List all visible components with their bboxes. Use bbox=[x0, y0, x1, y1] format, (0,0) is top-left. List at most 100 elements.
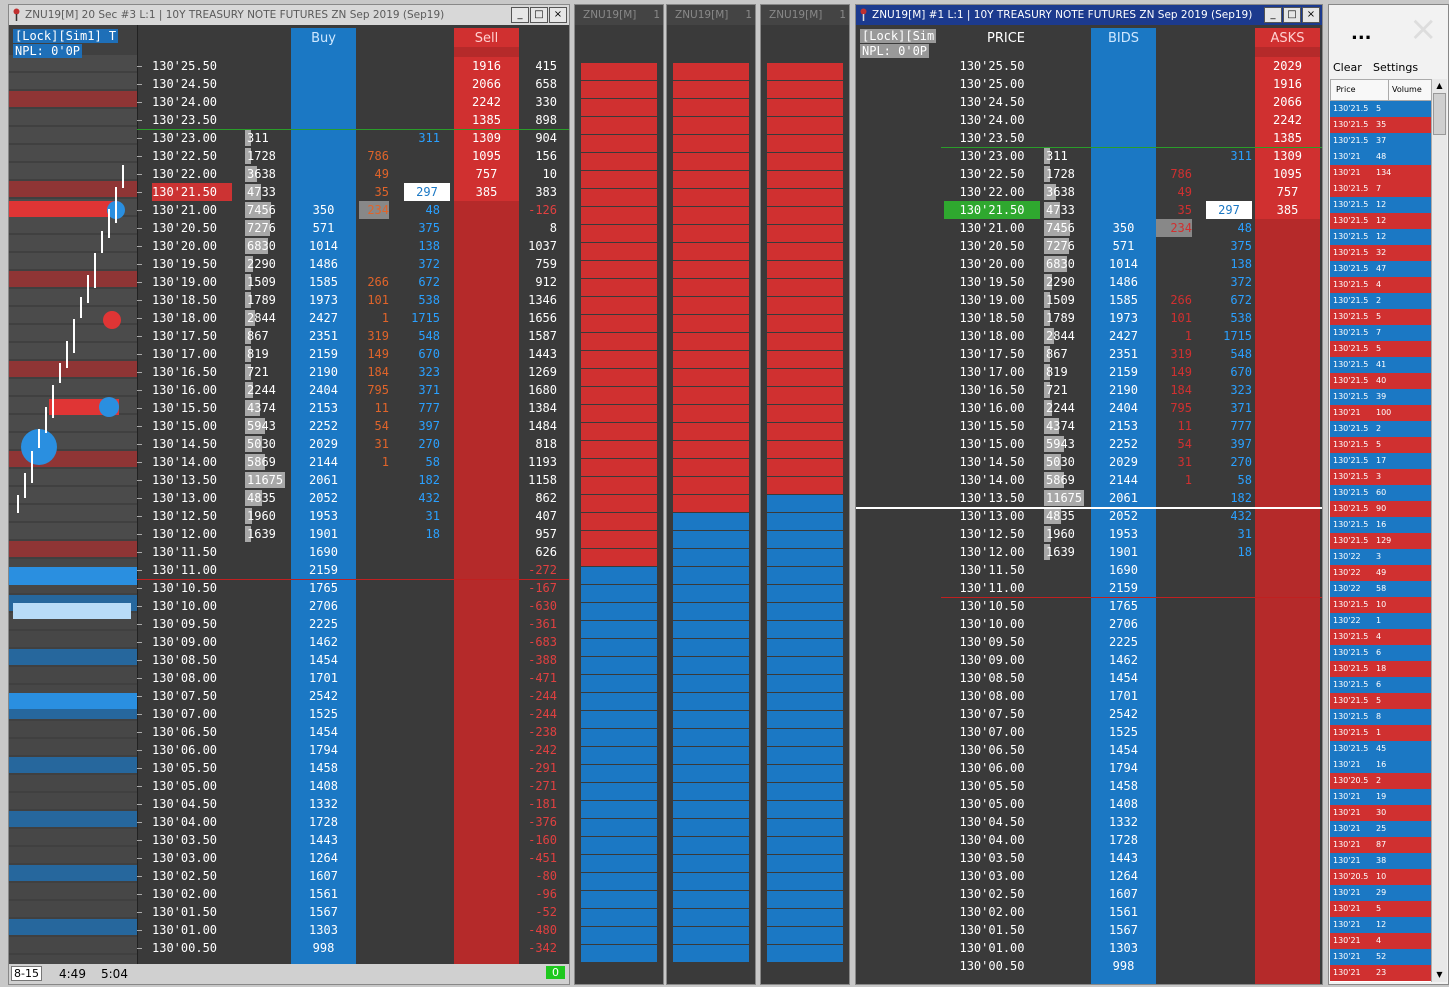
ladder-row[interactable]: 130'11.50 1690 bbox=[856, 561, 1322, 579]
bid-size-cell[interactable]: 1728 bbox=[291, 813, 356, 831]
bid-size-cell[interactable]: 2404 bbox=[1091, 399, 1156, 417]
ladder-row[interactable]: 130'17.00 819 2159 149 670 1443 bbox=[9, 345, 569, 363]
ask-size-cell[interactable]: 2242 bbox=[454, 93, 519, 111]
bid-size-cell[interactable]: 1690 bbox=[1091, 561, 1156, 579]
bid-size-cell[interactable]: 1973 bbox=[1091, 309, 1156, 327]
bid-size-cell[interactable]: 1953 bbox=[291, 507, 356, 525]
ladder-row[interactable]: 130'14.00 5869 2144 1 58 bbox=[856, 471, 1322, 489]
bid-size-cell[interactable]: 2052 bbox=[291, 489, 356, 507]
price-cell[interactable]: 130'24.00 bbox=[944, 111, 1040, 129]
bid-size-cell[interactable]: 1561 bbox=[1091, 903, 1156, 921]
bid-size-cell[interactable]: 1014 bbox=[1091, 255, 1156, 273]
ladder-row[interactable]: 130'22.50 1728 786 1095 156 bbox=[9, 147, 569, 165]
close-button[interactable]: × bbox=[549, 7, 567, 23]
bid-size-cell[interactable]: 2190 bbox=[1091, 381, 1156, 399]
ladder-row[interactable]: 130'15.50 4374 2153 11 777 bbox=[856, 417, 1322, 435]
price-cell[interactable]: 130'16.00 bbox=[152, 381, 232, 399]
price-cell[interactable]: 130'07.50 bbox=[944, 705, 1040, 723]
price-cell[interactable]: 130'24.50 bbox=[152, 75, 232, 93]
bid-size-cell[interactable]: 1462 bbox=[291, 633, 356, 651]
ask-size-cell[interactable]: 385 bbox=[1255, 201, 1320, 219]
ladder-row[interactable]: 130'18.50 1789 1973 101 538 1346 bbox=[9, 291, 569, 309]
bid-size-cell[interactable] bbox=[291, 165, 356, 183]
ladder-row[interactable]: 130'17.50 867 2351 319 548 bbox=[856, 345, 1322, 363]
bid-size-cell[interactable]: 1332 bbox=[1091, 813, 1156, 831]
ladder-row[interactable]: 130'19.00 1509 1585 266 672 bbox=[856, 291, 1322, 309]
ladder-row[interactable]: 130'25.50 2029 bbox=[856, 57, 1322, 75]
time-and-sales-panel[interactable]: ... × Clear Settings Price Volume ▲ ▼ 13… bbox=[1328, 4, 1449, 985]
ladder-row[interactable]: 130'13.00 4835 2052 432 862 bbox=[9, 489, 569, 507]
price-cell[interactable]: 130'01.00 bbox=[152, 921, 232, 939]
ask-size-cell[interactable]: 1385 bbox=[1255, 129, 1320, 147]
ladder-row[interactable]: 130'12.50 1960 1953 31 bbox=[856, 525, 1322, 543]
ladder-row[interactable]: 130'09.00 1462 bbox=[856, 651, 1322, 669]
price-cell[interactable]: 130'12.50 bbox=[944, 525, 1040, 543]
price-cell[interactable]: 130'07.00 bbox=[152, 705, 232, 723]
ladder-row[interactable]: 130'11.00 2159 -272 bbox=[9, 561, 569, 579]
ladder-row[interactable]: 130'13.50 11675 2061 182 1158 bbox=[9, 471, 569, 489]
ask-size-cell[interactable]: 757 bbox=[1255, 183, 1320, 201]
ladder-row[interactable]: 130'24.00 2242 330 bbox=[9, 93, 569, 111]
price-cell[interactable]: 130'19.00 bbox=[944, 291, 1040, 309]
time-range-field[interactable]: 8-15 bbox=[11, 966, 42, 981]
ladder-row[interactable]: 130'08.50 1454 -388 bbox=[9, 651, 569, 669]
ladder-row[interactable]: 130'21.50 4733 35 297 385 bbox=[856, 201, 1322, 219]
price-cell[interactable]: 130'14.50 bbox=[944, 453, 1040, 471]
bid-size-cell[interactable]: 1765 bbox=[291, 579, 356, 597]
price-cell[interactable]: 130'05.50 bbox=[944, 777, 1040, 795]
ladder-row[interactable]: 130'04.50 1332 bbox=[856, 813, 1322, 831]
price-cell[interactable]: 130'22.00 bbox=[152, 165, 232, 183]
menu-icon[interactable]: ... bbox=[1351, 23, 1372, 44]
bid-size-cell[interactable]: 1014 bbox=[291, 237, 356, 255]
bid-size-cell[interactable]: 2061 bbox=[1091, 489, 1156, 507]
ladder-row[interactable]: 130'00.50 998 bbox=[856, 957, 1322, 975]
bid-size-cell[interactable]: 1454 bbox=[291, 723, 356, 741]
price-cell[interactable]: 130'08.00 bbox=[152, 669, 232, 687]
bid-size-cell[interactable] bbox=[291, 129, 356, 147]
ladder-row[interactable]: 130'11.00 2159 bbox=[856, 579, 1322, 597]
price-cell[interactable]: 130'17.50 bbox=[152, 327, 232, 345]
ladder-row[interactable]: 130'07.50 2542 bbox=[856, 705, 1322, 723]
ladder-row[interactable]: 130'08.00 1701 bbox=[856, 687, 1322, 705]
ask-size-cell[interactable]: 1385 bbox=[454, 111, 519, 129]
price-cell[interactable]: 130'18.50 bbox=[944, 309, 1040, 327]
price-cell[interactable]: 130'15.50 bbox=[944, 417, 1040, 435]
mini-dom-2[interactable]: ZNU19[M] 1 bbox=[666, 4, 756, 985]
price-cell[interactable]: 130'16.00 bbox=[944, 399, 1040, 417]
ladder-row[interactable]: 130'15.00 5943 2252 54 397 bbox=[856, 435, 1322, 453]
bid-size-cell[interactable]: 2542 bbox=[1091, 705, 1156, 723]
price-cell[interactable]: 130'21.50 bbox=[944, 201, 1040, 219]
ladder-row[interactable]: 130'19.00 1509 1585 266 672 912 bbox=[9, 273, 569, 291]
close-icon[interactable]: × bbox=[1409, 11, 1438, 47]
price-cell[interactable]: 130'09.50 bbox=[152, 615, 232, 633]
bid-size-cell[interactable]: 1408 bbox=[291, 777, 356, 795]
bid-size-cell[interactable]: 2052 bbox=[1091, 507, 1156, 525]
minimize-button[interactable]: _ bbox=[511, 7, 529, 23]
ladder-row[interactable]: 130'21.50 4733 35 297 385 383 bbox=[9, 183, 569, 201]
price-cell[interactable]: 130'24.50 bbox=[944, 93, 1040, 111]
price-cell[interactable]: 130'03.00 bbox=[152, 849, 232, 867]
ladder-row[interactable]: 130'06.50 1454 bbox=[856, 741, 1322, 759]
price-cell[interactable]: 130'13.00 bbox=[944, 507, 1040, 525]
price-cell[interactable]: 130'23.50 bbox=[152, 111, 232, 129]
price-cell[interactable]: 130'02.50 bbox=[152, 867, 232, 885]
price-cell[interactable]: 130'21.00 bbox=[152, 201, 232, 219]
price-cell[interactable]: 130'20.50 bbox=[944, 237, 1040, 255]
price-cell[interactable]: 130'21.50 bbox=[152, 183, 232, 201]
bid-size-cell[interactable]: 2404 bbox=[291, 381, 356, 399]
bid-size-cell[interactable] bbox=[291, 93, 356, 111]
bid-size-cell[interactable]: 1443 bbox=[1091, 849, 1156, 867]
ts-volume-header[interactable]: Volume bbox=[1388, 80, 1422, 100]
ladder-row[interactable]: 130'24.00 2242 bbox=[856, 111, 1322, 129]
bid-size-cell[interactable]: 1728 bbox=[1091, 831, 1156, 849]
price-cell[interactable]: 130'01.00 bbox=[944, 939, 1040, 957]
dom-window-right[interactable]: ZNU19[M] #1 L:1 | 10Y TREASURY NOTE FUTU… bbox=[855, 4, 1323, 985]
price-cell[interactable]: 130'11.00 bbox=[152, 561, 232, 579]
ladder-row[interactable]: 130'21.00 7456 350 234 48 -126 bbox=[9, 201, 569, 219]
bid-size-cell[interactable]: 1901 bbox=[291, 525, 356, 543]
maximize-button[interactable]: □ bbox=[530, 7, 548, 23]
bid-size-cell[interactable]: 1585 bbox=[291, 273, 356, 291]
price-cell[interactable]: 130'13.00 bbox=[152, 489, 232, 507]
price-cell[interactable]: 130'12.00 bbox=[152, 525, 232, 543]
settings-button[interactable]: Settings bbox=[1373, 61, 1418, 74]
